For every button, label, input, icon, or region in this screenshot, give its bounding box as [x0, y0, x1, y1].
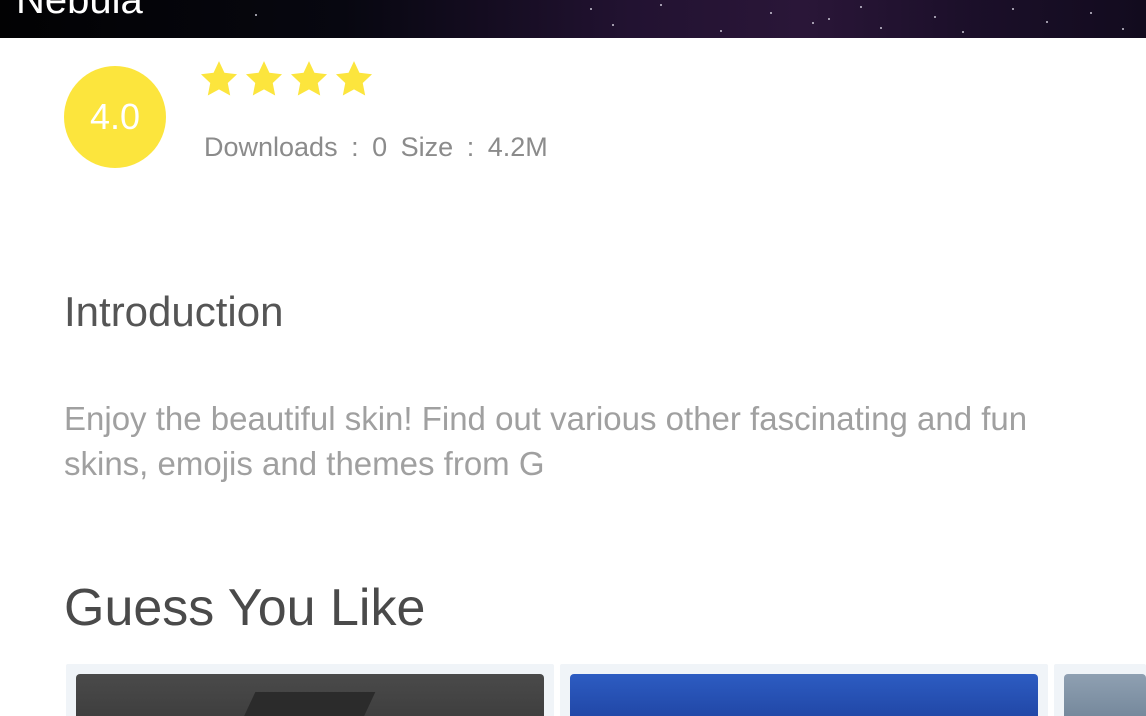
introduction-heading: Introduction [64, 288, 284, 335]
grey-theme-thumbnail [1064, 674, 1146, 716]
downloads-count: 0 [372, 132, 388, 162]
downloads-label: Downloads [204, 132, 338, 162]
recommendation-card[interactable] [560, 664, 1048, 716]
star-icon [245, 61, 283, 96]
theme-title: Nebula [16, 0, 143, 22]
recommendation-card[interactable] [66, 664, 554, 716]
recommendation-list [66, 664, 1146, 716]
size-separator: : [466, 132, 475, 162]
size-value: 4.2M [487, 132, 548, 162]
blue-galaxy-theme-thumbnail [570, 674, 1038, 716]
introduction-text: Enjoy the beautiful skin! Find out vario… [64, 400, 1028, 482]
recommendation-card[interactable] [1054, 664, 1146, 716]
star-icon [290, 61, 328, 96]
star-icon [200, 61, 238, 96]
star-rating [198, 58, 375, 102]
rating-score: 4.0 [89, 96, 141, 137]
header-banner: Nebula [0, 0, 1146, 38]
dark-theme-thumbnail [76, 674, 544, 716]
theme-meta: Downloads : 0 Size : 4.2M [204, 132, 554, 163]
downloads-separator: : [351, 132, 359, 162]
theme-detail-page: Nebula 4.0 Downloads : 0 Size : 4.2M Int… [0, 0, 1146, 716]
rating-score-badge: 4.0 [64, 66, 166, 168]
guess-you-like-heading: Guess You Like [64, 579, 426, 637]
star-icon [335, 61, 373, 96]
size-label: Size [400, 132, 454, 162]
